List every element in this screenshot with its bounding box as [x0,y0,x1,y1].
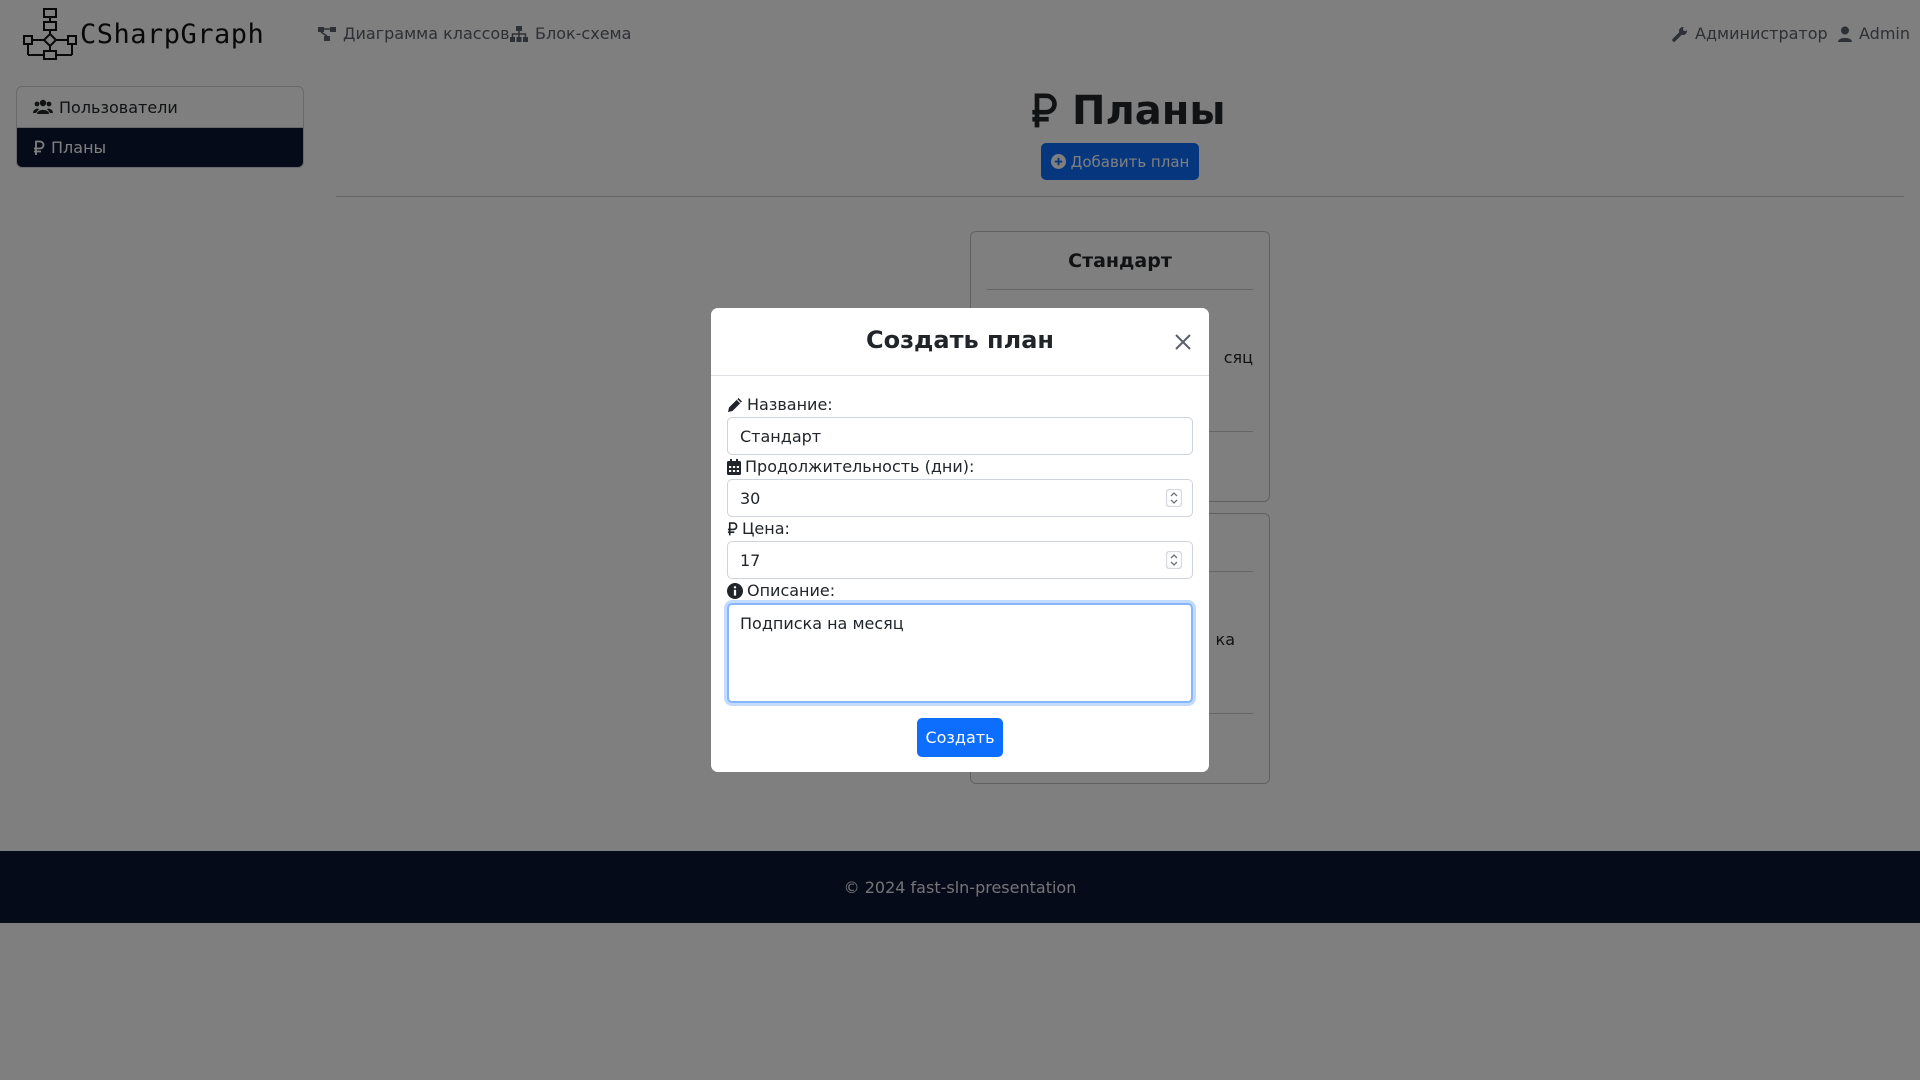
number-spinner-icon[interactable] [1166,489,1182,507]
pencil-icon [728,397,742,412]
modal-title: Создать план [865,326,1054,354]
price-input[interactable] [727,541,1193,579]
close-icon[interactable] [1171,330,1195,354]
name-field-label: Название: [727,395,833,414]
description-field-label: Описание: [727,581,835,600]
duration-input[interactable] [727,479,1193,517]
price-input-wrapper [711,541,1209,579]
description-textarea[interactable]: Подписка на месяц [727,603,1193,703]
create-plan-modal: Создать план Название: Продолжительность… [711,308,1209,772]
price-field-label: Цена: [727,519,790,538]
modal-header: Создать план [711,308,1209,376]
ruble-icon [727,521,738,535]
duration-input-wrapper [711,479,1209,517]
create-submit-button[interactable]: Создать [917,718,1003,757]
info-icon [727,582,743,599]
duration-field-label: Продолжительность (дни): [727,457,974,476]
number-spinner-icon[interactable] [1166,551,1182,569]
name-input[interactable] [727,417,1193,455]
calendar-icon [727,458,741,475]
